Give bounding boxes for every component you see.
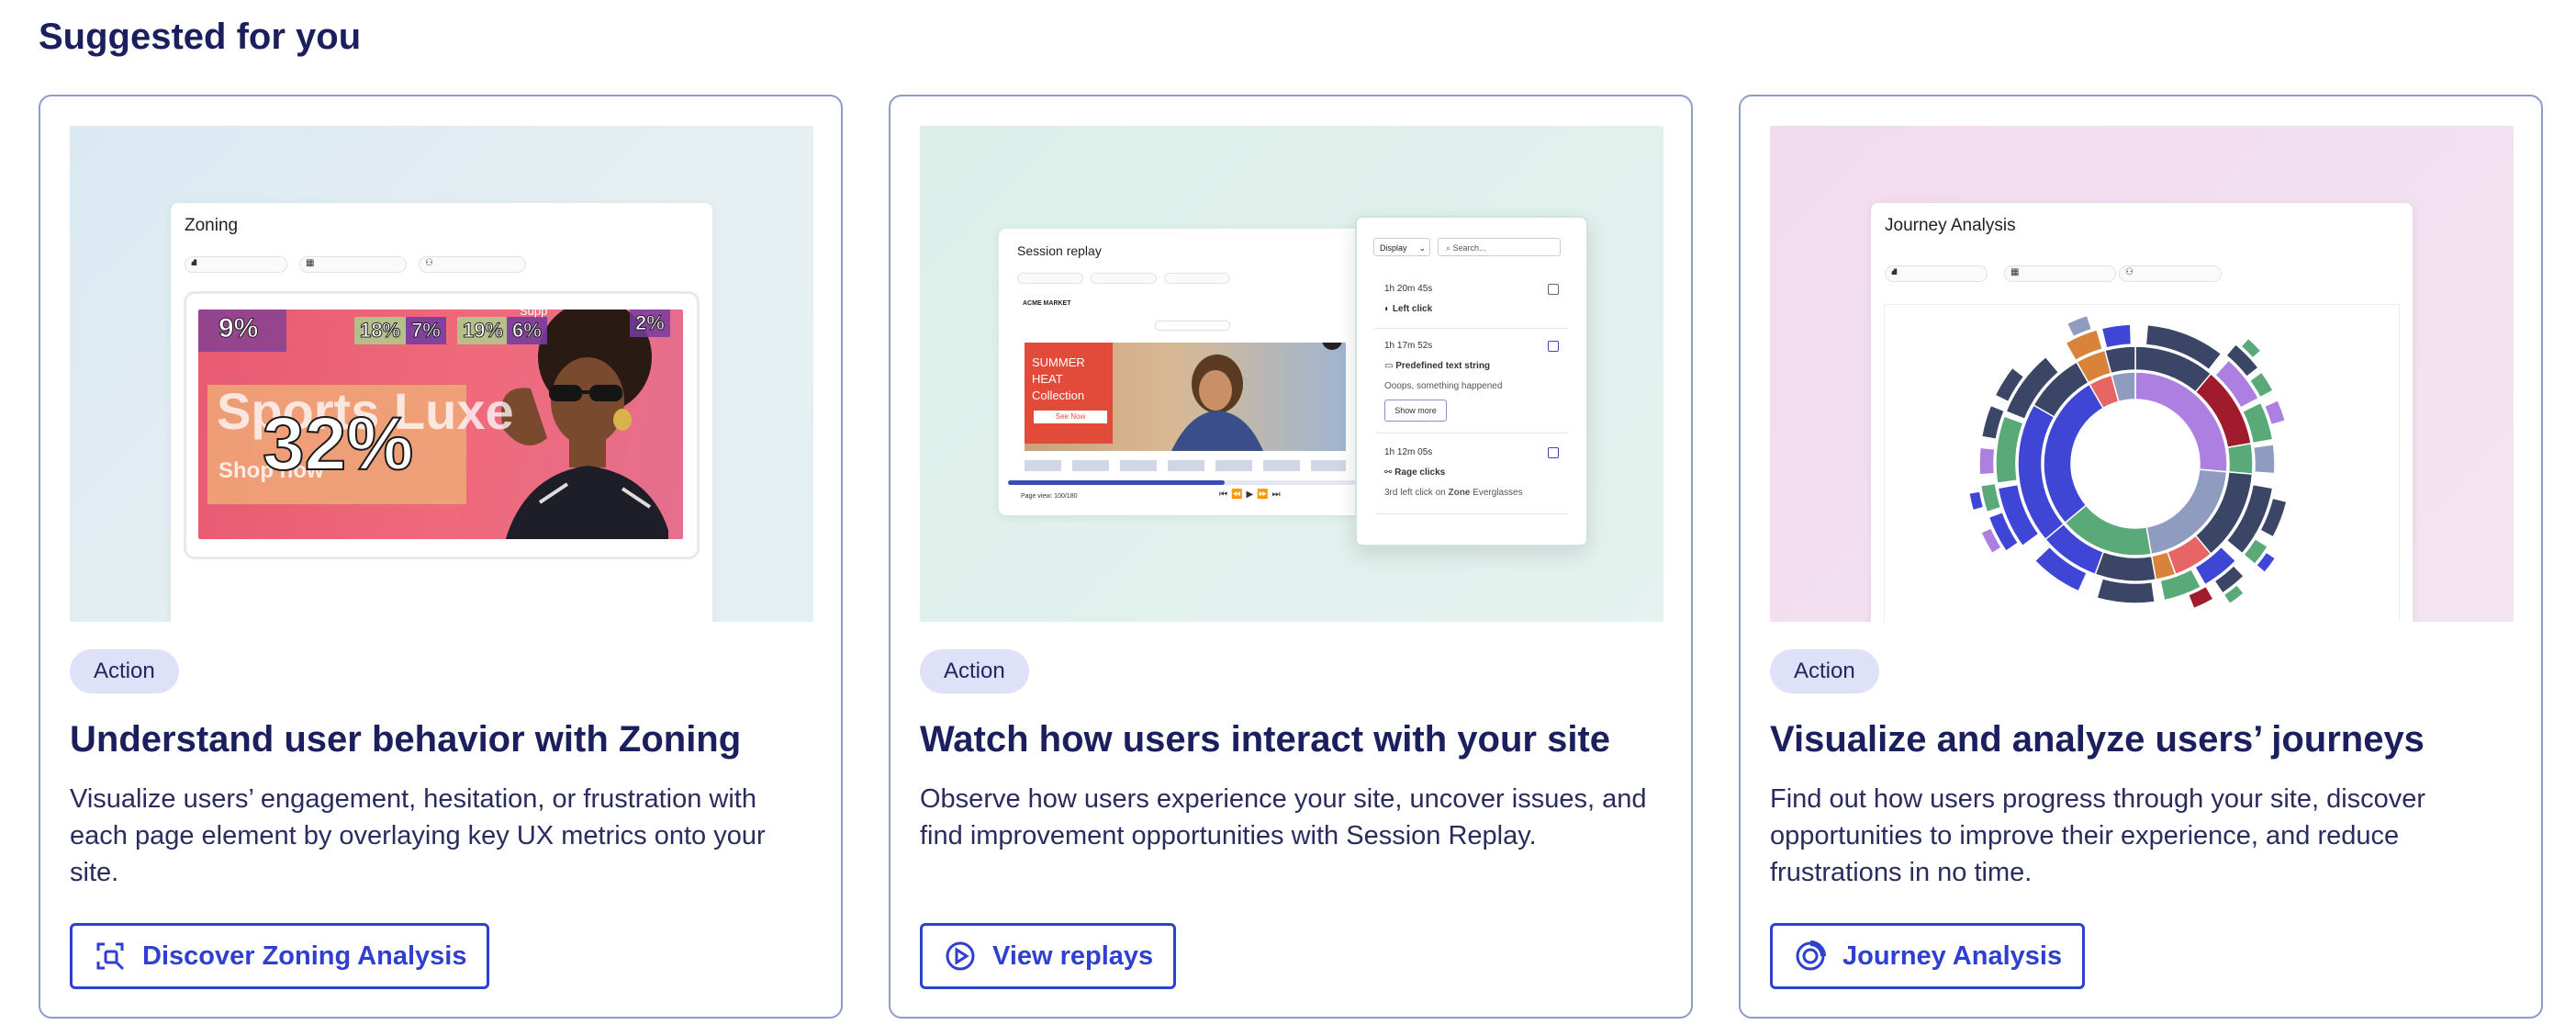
card-title: Visualize and analyze users’ journeys xyxy=(1770,719,2425,760)
events-search-input[interactable]: ⌕ Search... xyxy=(1438,238,1561,256)
replay-window: Session replay ACME MARKET SUMMER HEAT C… xyxy=(999,229,1366,515)
replay-hero: SUMMER HEAT Collection See Now xyxy=(1025,343,1346,451)
event-detail: Ooops, something happened xyxy=(1384,381,1503,391)
filter-pill xyxy=(1017,273,1083,284)
zoning-preview: Zoning ⛘ ▦ ⚇ Sports Luxe Shop now 9% 18%… xyxy=(70,126,813,622)
card-title: Understand user behavior with Zoning xyxy=(70,719,742,760)
action-badge: Action xyxy=(920,649,1029,693)
event-label: ◐ Left click xyxy=(1384,304,1433,314)
sunburst-segment xyxy=(2100,323,2133,349)
store-name: ACME MARKET xyxy=(1023,300,1071,307)
display-dropdown[interactable]: Display ⌄ xyxy=(1373,238,1430,256)
card-title: Watch how users interact with your site xyxy=(920,719,1610,760)
sunburst-segment xyxy=(2252,444,2276,475)
player-controls[interactable]: ⏮⏪▶⏩⏭ xyxy=(1219,490,1284,500)
sunburst-segment xyxy=(2094,550,2157,582)
event-detail: 3rd left click on Zone Everglasses xyxy=(1384,488,1523,498)
event-checkbox[interactable] xyxy=(1548,447,1559,458)
shopper-photo xyxy=(1171,355,1263,451)
view-replays-button[interactable]: View replays xyxy=(920,923,1177,989)
cta-label: Discover Zoning Analysis xyxy=(142,940,467,971)
search-placeholder: Search... xyxy=(1452,243,1486,253)
filter-pill xyxy=(1091,273,1157,284)
filter-pill xyxy=(1164,273,1230,284)
section-title: Suggested for you xyxy=(39,17,362,57)
promo-line: SUMMER xyxy=(1032,355,1085,369)
metric-label: 9% xyxy=(218,313,259,343)
card-description: Find out how users progress through your… xyxy=(1770,784,2426,887)
event-checkbox[interactable] xyxy=(1548,341,1559,352)
events-panel: Display ⌄ ⌕ Search... 1h 20m 45s ◐ Left … xyxy=(1355,216,1588,546)
sunburst-chart xyxy=(1967,314,2288,610)
journey-icon xyxy=(1796,940,1826,971)
journey-card: Journey Analysis ⛘ ▦ ⚇ Action Visualize … xyxy=(1739,95,2543,1019)
metric-main: 32% xyxy=(262,401,414,487)
sunburst-segment xyxy=(2103,345,2136,375)
promo-button: See Now xyxy=(1034,411,1107,423)
promo-line: Collection xyxy=(1032,388,1085,402)
cta-label: Journey Analysis xyxy=(1842,940,2063,971)
journey-analysis-button[interactable]: Journey Analysis xyxy=(1770,923,2086,989)
search-bar xyxy=(1155,321,1230,331)
metric-label: 7% xyxy=(406,317,446,344)
event-time: 1h 17m 52s xyxy=(1384,341,1433,351)
metric-label: 19% xyxy=(457,317,510,344)
play-circle-icon xyxy=(946,941,975,971)
filter-pill: ⛘ xyxy=(185,256,287,273)
event-label: ▭ Predefined text string xyxy=(1384,361,1491,371)
replay-window-title: Session replay xyxy=(1017,243,1102,258)
page-view-label: Page view: 100/180 xyxy=(1021,493,1078,500)
zoning-window-title: Zoning xyxy=(185,216,239,235)
show-more-button[interactable]: Show more xyxy=(1384,400,1447,422)
session-replay-card: Session replay ACME MARKET SUMMER HEAT C… xyxy=(889,95,1693,1019)
chevron-down-icon: ⌄ xyxy=(1418,243,1426,253)
sunburst-segment xyxy=(2096,578,2156,604)
promo-line: HEAT xyxy=(1032,372,1063,386)
metric-label: 6% xyxy=(507,317,547,344)
filter-pill: ▦ xyxy=(299,256,407,273)
replay-timeline xyxy=(1008,480,1357,485)
event-label: ⚯ Rage clicks xyxy=(1384,467,1446,478)
cta-label: View replays xyxy=(992,940,1154,971)
zoning-hero-banner: Sports Luxe Shop now 9% 18% 7% 19% 6% Su… xyxy=(198,310,683,539)
discover-zoning-button[interactable]: Discover Zoning Analysis xyxy=(70,923,490,989)
event-checkbox[interactable] xyxy=(1548,284,1559,295)
journey-window: Journey Analysis ⛘ ▦ ⚇ xyxy=(1871,203,2413,622)
metric-label: 18% xyxy=(354,317,407,344)
action-badge: Action xyxy=(1770,649,1879,693)
metric-label: 2% xyxy=(630,310,670,337)
sunburst-segment xyxy=(1967,490,1985,512)
journey-preview: Journey Analysis ⛘ ▦ ⚇ xyxy=(1770,126,2514,622)
metric-sublabel: Supp xyxy=(520,310,548,318)
action-badge: Action xyxy=(70,649,179,693)
card-description: Visualize users’ engagement, hesitation,… xyxy=(70,784,766,887)
replay-preview: Session replay ACME MARKET SUMMER HEAT C… xyxy=(920,126,1663,622)
sunburst-segment xyxy=(1978,446,1996,476)
search-icon: ⌕ xyxy=(1446,243,1453,253)
divider xyxy=(1375,513,1568,514)
divider xyxy=(1375,433,1568,434)
zoning-card: Zoning ⛘ ▦ ⚇ Sports Luxe Shop now 9% 18%… xyxy=(39,95,843,1019)
event-time: 1h 20m 45s xyxy=(1384,284,1433,294)
card-description: Observe how users experience your site, … xyxy=(920,784,1647,850)
divider xyxy=(1375,328,1568,329)
event-time: 1h 12m 05s xyxy=(1384,447,1433,457)
sunburst-segment xyxy=(2226,442,2254,475)
thumbnail-strip xyxy=(1025,460,1346,471)
display-label: Display xyxy=(1380,243,1407,253)
zoning-icon xyxy=(96,942,125,971)
filter-pill: ⚇ xyxy=(419,256,526,273)
record-dot xyxy=(1322,343,1342,350)
